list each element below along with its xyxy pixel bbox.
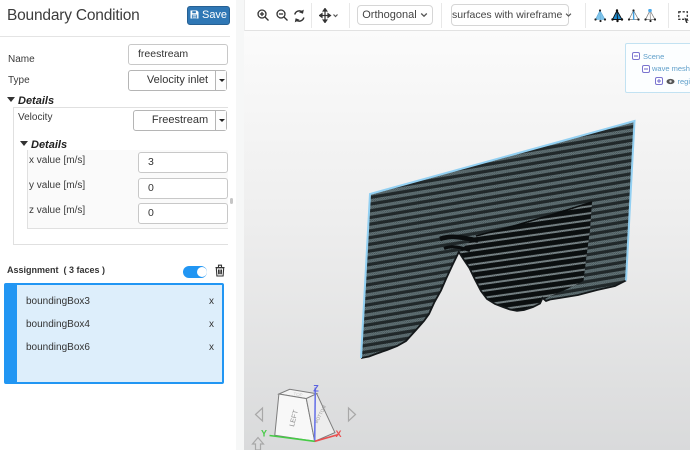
svg-text:Z: Z (313, 384, 319, 394)
svg-text:Y: Y (261, 429, 267, 439)
svg-text:X: X (335, 429, 341, 439)
